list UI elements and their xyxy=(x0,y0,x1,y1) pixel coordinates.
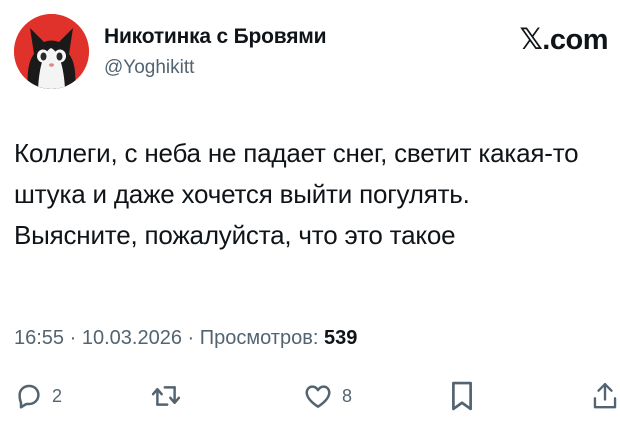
retweet-icon xyxy=(151,386,181,406)
share-button[interactable] xyxy=(592,376,618,416)
tweet-actions: 2 8 xyxy=(0,376,620,416)
share-icon xyxy=(593,383,617,409)
views-count: 539 xyxy=(323,327,358,349)
author-display-name[interactable]: Никотинка с Бровями xyxy=(104,25,327,49)
cat-avatar-icon xyxy=(14,14,89,89)
avatar[interactable] xyxy=(14,14,89,89)
reply-count: 2 xyxy=(52,385,63,406)
meta-separator: · xyxy=(181,327,200,349)
bookmark-button[interactable] xyxy=(448,376,476,416)
heart-icon xyxy=(305,385,331,408)
meta-separator: · xyxy=(64,327,82,349)
author-handle[interactable]: @Yoghikitt xyxy=(104,57,194,79)
x-brand-logo: 𝕏.com xyxy=(519,24,608,56)
like-count: 8 xyxy=(342,385,353,406)
retweet-button[interactable] xyxy=(150,376,190,416)
reply-button[interactable]: 2 xyxy=(14,376,62,416)
tweet-time[interactable]: 16:55 xyxy=(14,327,64,349)
tweet-text: Коллеги, с неба не падает снег, светит к… xyxy=(14,138,579,250)
tweet-date[interactable]: 10.03.2026 xyxy=(82,327,182,349)
views-label: Просмотров: xyxy=(199,327,319,349)
like-button[interactable]: 8 xyxy=(302,376,352,416)
tweet-meta: 16:55 · 10.03.2026 · Просмотров: 539 xyxy=(14,327,357,350)
bookmark-icon xyxy=(452,381,472,411)
reply-icon xyxy=(18,384,40,409)
